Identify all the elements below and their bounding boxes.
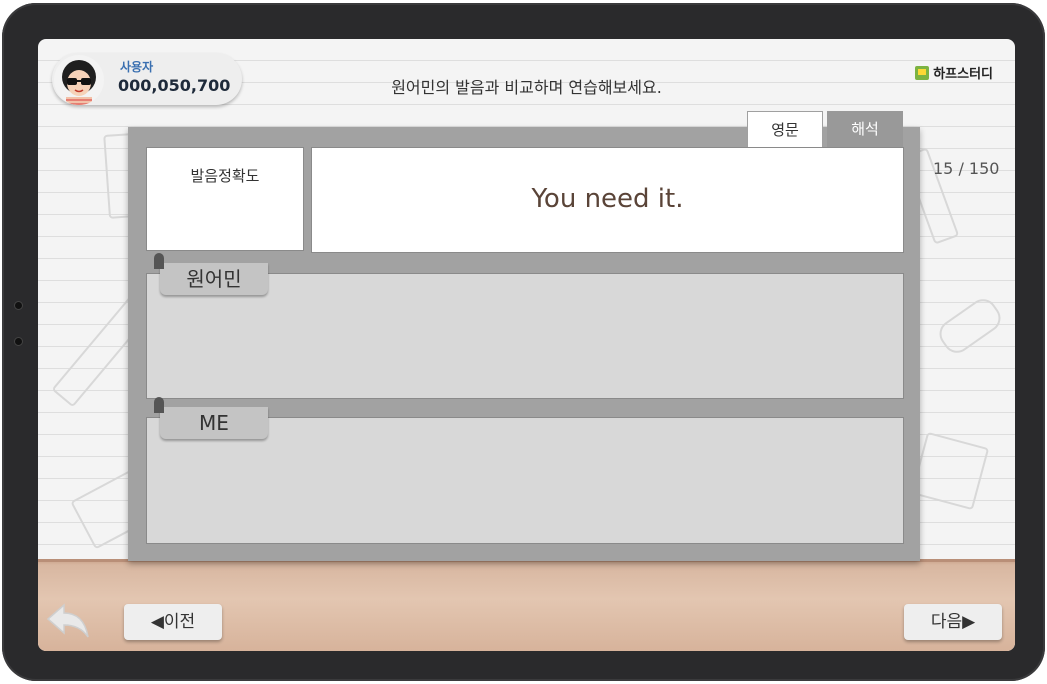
book-icon [915,65,930,80]
app-screen: 사용자 000,050,700 원어민의 발음과 비교하며 연습해보세요. 하프… [38,39,1015,651]
practice-panel: 영문 해석 발음정확도 You need it. 원어민 ME [128,111,920,561]
brand-name: 하프스터디 [933,67,993,82]
user-label: 사용자 [120,60,154,74]
me-label: ME [199,411,229,435]
brand-logo: 하프스터디 [915,63,993,82]
watch-doodle-icon [934,293,1006,359]
native-tag: 원어민 [154,253,268,295]
pin-icon [154,253,164,269]
sentence-text: You need it. [531,184,684,214]
tab-translation[interactable]: 해석 [827,111,903,147]
next-button[interactable]: 다음▶ [904,604,1002,640]
me-tag: ME [154,397,268,439]
camera-dot-icon [14,301,23,310]
page-counter: 15 / 150 [933,159,1000,178]
tab-english[interactable]: 영문 [747,111,823,147]
native-label: 원어민 [186,267,242,291]
return-arrow-icon[interactable] [44,599,92,643]
prev-button[interactable]: ◀이전 [124,604,222,640]
sentence-box: You need it. [311,147,904,253]
paper-doodle-icon [910,431,990,511]
accuracy-label: 발음정확도 [190,167,260,185]
tablet-frame: 사용자 000,050,700 원어민의 발음과 비교하며 연습해보세요. 하프… [2,3,1045,681]
sensor-dot-icon [14,337,23,346]
accuracy-box: 발음정확도 [146,147,304,251]
instruction-text: 원어민의 발음과 비교하며 연습해보세요. [391,78,662,97]
pin-icon [154,397,164,413]
